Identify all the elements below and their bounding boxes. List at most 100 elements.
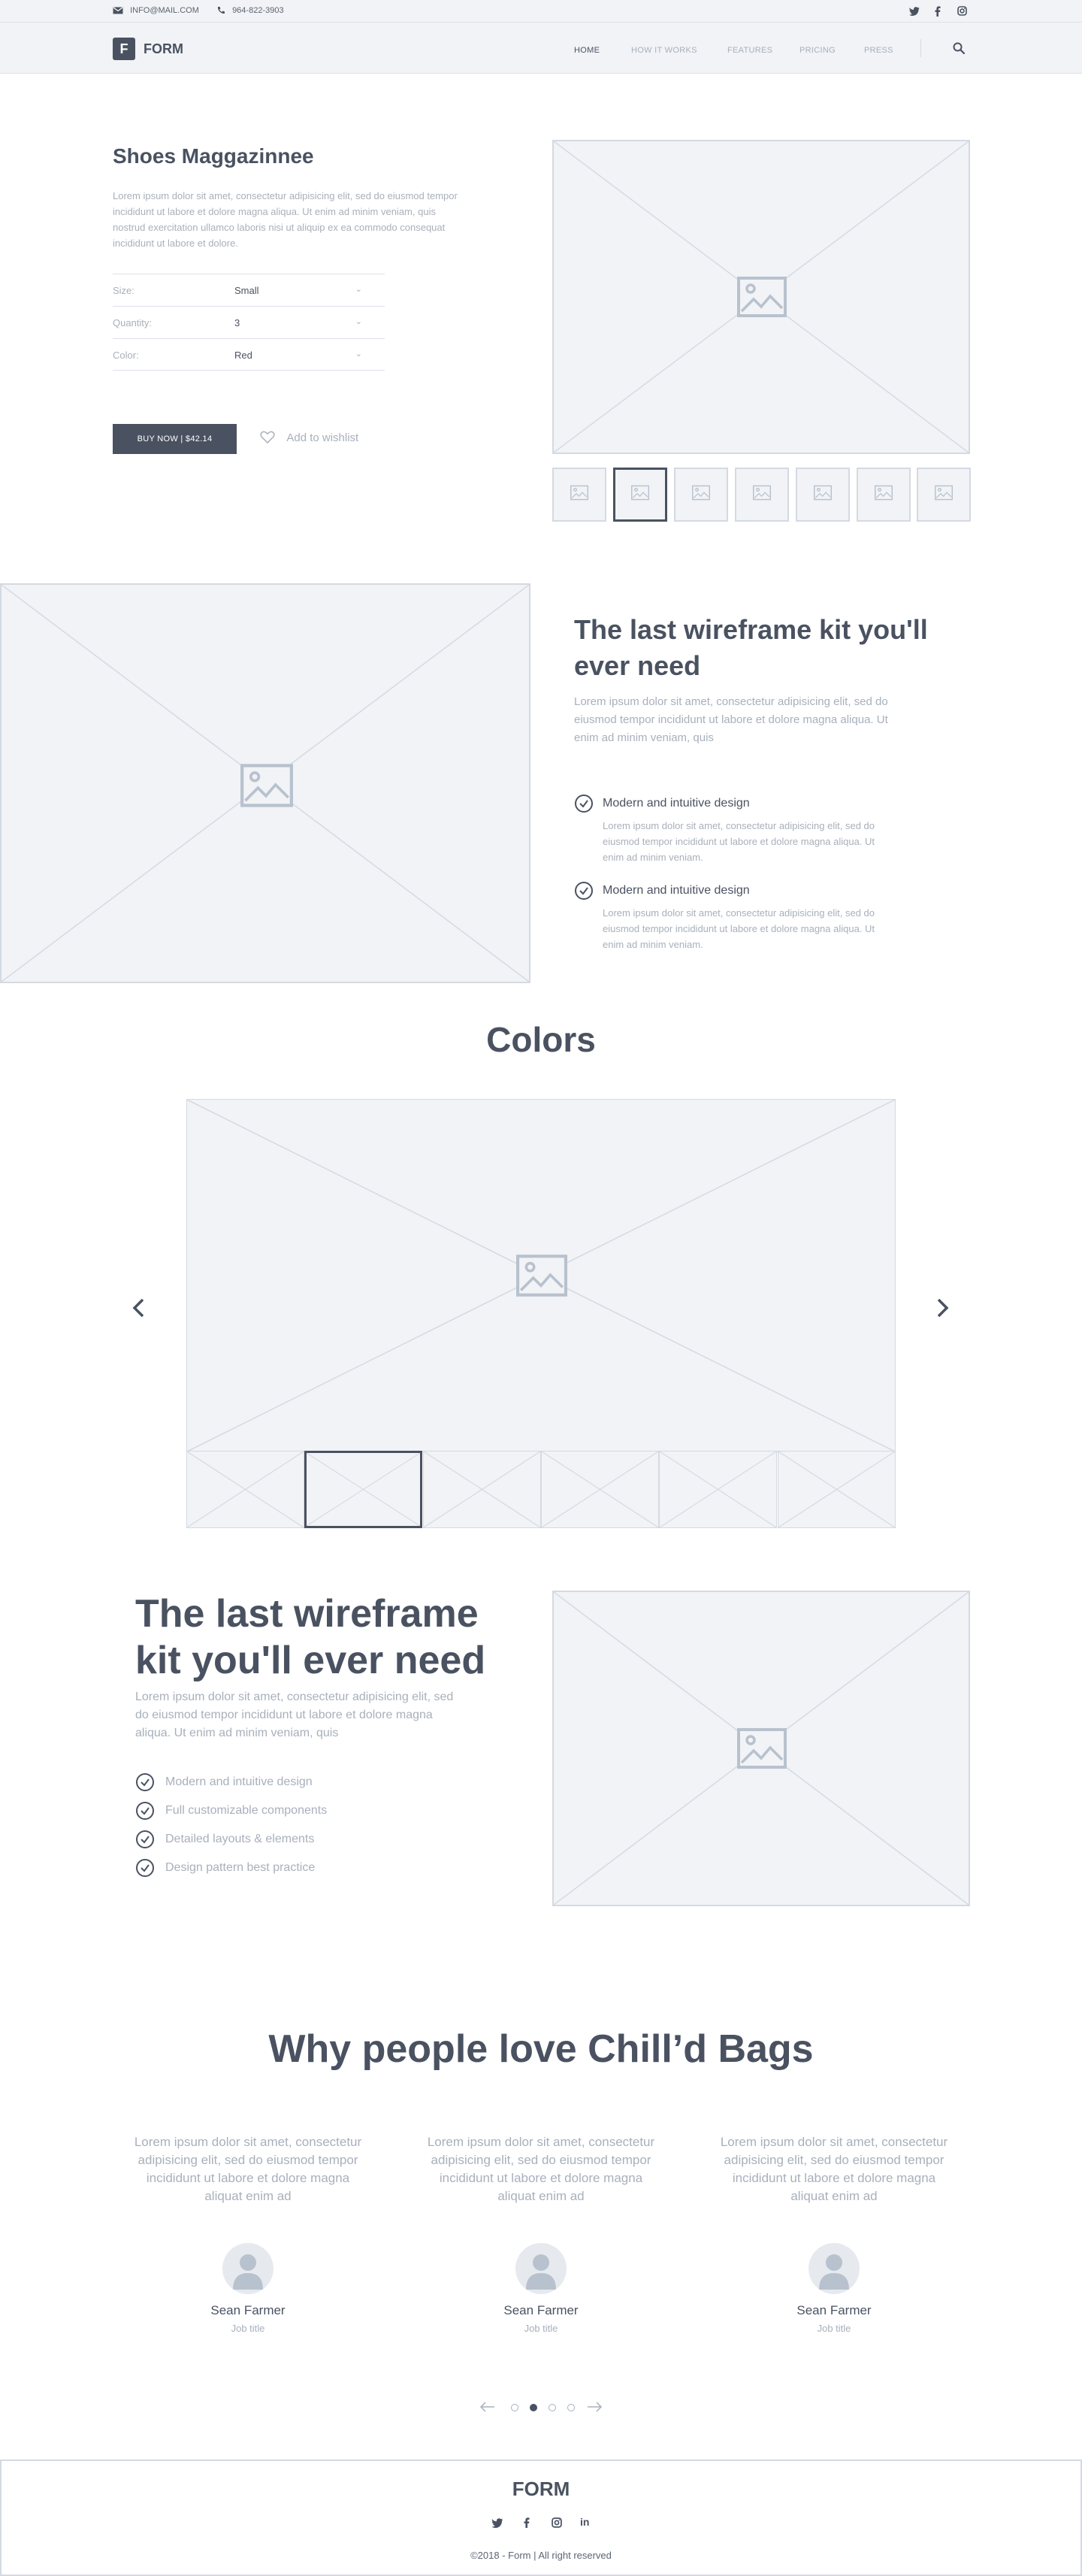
instagram-icon[interactable]: [957, 6, 967, 16]
image-icon: [814, 485, 832, 501]
pager-dot[interactable]: [567, 2404, 575, 2411]
buy-now-button[interactable]: BUY NOW | $42.14: [113, 424, 237, 454]
check-circle-icon: [136, 1859, 154, 1877]
chevron-down-icon: ⌄: [355, 317, 362, 326]
facebook-icon[interactable]: [524, 2517, 530, 2528]
color-label: Color:: [113, 350, 139, 361]
pager-dot[interactable]: [549, 2404, 556, 2411]
testimonial-quote: Lorem ipsum dolor sit amet, consectetur …: [720, 2135, 948, 2203]
carousel-prev-arrow[interactable]: [131, 1297, 145, 1318]
color-thumbnail[interactable]: [304, 1451, 423, 1528]
check-circle-icon: [575, 795, 593, 813]
chevron-down-icon: ⌄: [355, 285, 362, 294]
email-contact[interactable]: INFO@MAIL.COM: [113, 6, 199, 15]
image-icon: [875, 485, 893, 501]
image-icon: [692, 485, 710, 501]
user-icon: [233, 2254, 263, 2290]
chevron-down-icon: ⌄: [355, 350, 362, 359]
pager-next-arrow[interactable]: [586, 2401, 603, 2413]
placeholder-cross: [778, 1451, 895, 1527]
linkedin-icon[interactable]: in: [580, 2516, 589, 2528]
user-icon: [819, 2254, 849, 2290]
logo-mark[interactable]: F: [113, 38, 135, 60]
testimonial-name: Sean Farmer: [796, 2303, 872, 2317]
size-select[interactable]: Size: Small ⌄: [113, 274, 385, 306]
color-thumbnail[interactable]: [540, 1451, 659, 1528]
product-thumbnail[interactable]: [735, 468, 789, 522]
feature2-list-item: Design pattern best practice: [165, 1861, 316, 1874]
phone-contact[interactable]: 964-822-3903: [216, 6, 284, 15]
main-navigation: F FORM HOME HOW IT WORKS FEATURES PRICIN…: [0, 23, 1082, 74]
testimonial-card: Lorem ipsum dolor sit amet, consectetur …: [421, 2133, 661, 2205]
image-icon: [516, 1255, 567, 1297]
heart-icon: [260, 431, 275, 444]
nav-divider: [920, 39, 921, 57]
footer: FORM in ©2018 - Form | All right reserve…: [0, 2459, 1082, 2576]
product-thumbnail[interactable]: [796, 468, 850, 522]
copyright: ©2018 - Form | All right reserved: [470, 2550, 612, 2561]
colors-main-image: [186, 1099, 896, 1452]
nav-how-it-works[interactable]: HOW IT WORKS: [631, 46, 697, 55]
logo-text[interactable]: FORM: [144, 41, 183, 57]
size-label: Size:: [113, 285, 134, 296]
feature2-title: The last wireframe kit you'll ever need: [135, 1592, 486, 1682]
color-thumbnail[interactable]: [777, 1451, 896, 1528]
check-circle-icon: [136, 1830, 154, 1848]
testimonial-card: Lorem ipsum dolor sit amet, consectetur …: [714, 2133, 954, 2205]
product-description: Lorem ipsum dolor sit amet, consectetur …: [113, 190, 458, 249]
nav-home[interactable]: HOME: [574, 46, 600, 55]
product-thumbnail[interactable]: [552, 468, 606, 522]
carousel-next-arrow[interactable]: [936, 1297, 950, 1318]
color-select[interactable]: Color: Red ⌄: [113, 338, 385, 371]
facebook-icon[interactable]: [935, 6, 941, 17]
avatar: [515, 2243, 567, 2294]
product-thumbnail[interactable]: [613, 468, 667, 522]
size-value: Small: [234, 285, 259, 296]
product-thumbnail[interactable]: [917, 468, 971, 522]
feature-image: [0, 583, 530, 983]
phone-text: 964-822-3903: [232, 6, 284, 15]
image-icon: [737, 277, 787, 317]
image-icon: [240, 764, 293, 807]
testimonials-title: Why people love Chill’d Bags: [268, 2027, 814, 2071]
check-circle-icon: [575, 882, 593, 900]
nav-features[interactable]: FEATURES: [727, 46, 772, 55]
footer-logo[interactable]: FORM: [2, 2478, 1080, 2501]
add-to-wishlist-link[interactable]: Add to wishlist: [260, 431, 358, 444]
instagram-icon[interactable]: [552, 2517, 562, 2528]
image-icon: [753, 485, 771, 501]
testimonial-job-title: Job title: [524, 2323, 558, 2334]
pager-dot[interactable]: [530, 2404, 537, 2411]
search-icon[interactable]: [953, 42, 965, 54]
feature2-description: Lorem ipsum dolor sit amet, consectetur …: [135, 1691, 454, 1739]
product-thumbnail[interactable]: [857, 468, 911, 522]
testimonial-name: Sean Farmer: [210, 2303, 286, 2317]
twitter-icon[interactable]: [909, 7, 920, 16]
feature2-list-item: Detailed layouts & elements: [165, 1833, 315, 1845]
avatar: [808, 2243, 860, 2294]
nav-pricing[interactable]: PRICING: [799, 46, 836, 55]
color-thumbnail[interactable]: [422, 1451, 541, 1528]
feature2-list-item: Modern and intuitive design: [165, 1775, 313, 1788]
email-text: INFO@MAIL.COM: [130, 6, 199, 15]
feature-title: The last wireframe kit you'll ever need: [574, 614, 928, 681]
testimonial-quote: Lorem ipsum dolor sit amet, consectetur …: [134, 2135, 362, 2203]
twitter-icon[interactable]: [491, 2518, 503, 2528]
check-circle-icon: [136, 1773, 154, 1791]
nav-press[interactable]: PRESS: [864, 46, 893, 55]
color-thumbnail[interactable]: [659, 1451, 778, 1528]
pager-dot[interactable]: [511, 2404, 518, 2411]
image-icon: [570, 485, 588, 501]
placeholder-cross: [541, 1451, 658, 1527]
feature2-image: [552, 1591, 970, 1906]
quantity-select[interactable]: Quantity: 3 ⌄: [113, 306, 385, 338]
placeholder-cross: [423, 1451, 540, 1527]
feature-item-title: Modern and intuitive design: [603, 797, 750, 810]
placeholder-cross: [187, 1451, 304, 1527]
feature-item-description: Lorem ipsum dolor sit amet, consectetur …: [603, 907, 875, 950]
product-thumbnail[interactable]: [674, 468, 728, 522]
quantity-label: Quantity:: [113, 317, 153, 328]
pager-prev-arrow[interactable]: [479, 2401, 496, 2413]
color-thumbnail[interactable]: [186, 1451, 304, 1528]
image-icon: [631, 485, 649, 501]
